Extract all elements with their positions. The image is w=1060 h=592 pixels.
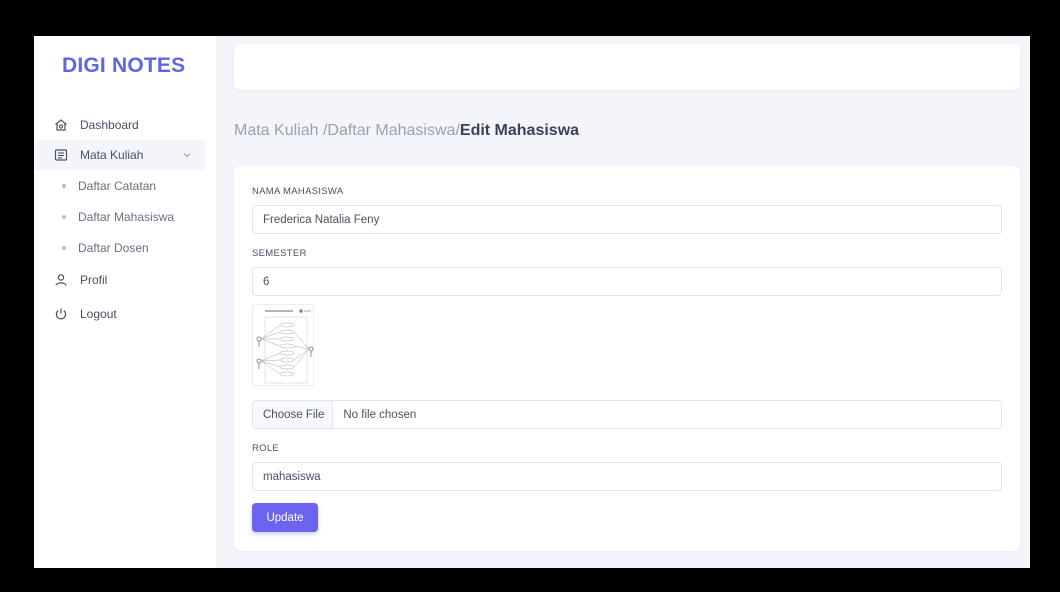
uploaded-image-preview bbox=[252, 304, 314, 386]
breadcrumb: Mata Kuliah /Daftar Mahasiswa/Edit Mahas… bbox=[234, 122, 1020, 140]
sidebar-subitem-label: Daftar Dosen bbox=[78, 240, 149, 255]
main-content: Mata Kuliah /Daftar Mahasiswa/Edit Mahas… bbox=[216, 36, 1030, 568]
sidebar-subitem-label: Daftar Catatan bbox=[78, 178, 157, 193]
sidebar-subitem-label: Daftar Mahasiswa bbox=[78, 209, 175, 224]
semester-label: SEMESTER bbox=[252, 248, 307, 259]
sidebar-item-label: Profil bbox=[80, 273, 108, 287]
choose-file-button[interactable]: Choose File bbox=[253, 401, 334, 428]
sidebar-item-label: Logout bbox=[80, 307, 117, 321]
role-input[interactable]: mahasiswa bbox=[252, 462, 1002, 491]
user-icon bbox=[54, 273, 68, 287]
nama-label: NAMA MAHASISWA bbox=[252, 186, 344, 197]
role-label: ROLE bbox=[252, 443, 280, 454]
nama-input[interactable]: Frederica Natalia Feny bbox=[252, 205, 1002, 234]
bullet-icon bbox=[62, 245, 66, 250]
sidebar: DIGI NOTES Dashboard Mata Kuliah Daftar … bbox=[34, 36, 216, 568]
sidebar-item-logout[interactable]: Logout bbox=[34, 297, 216, 331]
app-window: DIGI NOTES Dashboard Mata Kuliah Daftar … bbox=[34, 36, 1030, 568]
sidebar-item-label: Dashboard bbox=[80, 118, 139, 132]
breadcrumb-mata-kuliah[interactable]: Mata Kuliah / bbox=[234, 122, 327, 139]
update-button[interactable]: Update bbox=[252, 503, 318, 532]
sidebar-subitem-daftar-catatan[interactable]: Daftar Catatan bbox=[34, 170, 216, 201]
sidebar-item-profil[interactable]: Profil bbox=[34, 263, 216, 297]
breadcrumb-current: Edit Mahasiswa bbox=[459, 122, 580, 139]
bullet-icon bbox=[62, 183, 66, 188]
file-upload-input[interactable]: Choose File No file chosen bbox=[252, 400, 1002, 429]
sidebar-subitem-daftar-dosen[interactable]: Daftar Dosen bbox=[34, 232, 216, 263]
sidebar-nav: Dashboard Mata Kuliah Daftar Catatan Daf… bbox=[34, 110, 216, 331]
sidebar-item-dashboard[interactable]: Dashboard bbox=[34, 110, 216, 140]
file-status-text: No file chosen bbox=[343, 408, 417, 421]
notebook-icon bbox=[54, 148, 68, 162]
edit-mahasiswa-form: NAMA MAHASISWA Frederica Natalia Feny SE… bbox=[234, 166, 1020, 551]
breadcrumb-daftar-mahasiswa[interactable]: Daftar Mahasiswa/ bbox=[327, 122, 460, 139]
power-icon bbox=[54, 307, 68, 321]
home-icon bbox=[54, 118, 68, 132]
sidebar-item-mata-kuliah[interactable]: Mata Kuliah bbox=[34, 140, 206, 170]
sidebar-item-label: Mata Kuliah bbox=[80, 148, 144, 162]
semester-input[interactable]: 6 bbox=[252, 267, 1002, 296]
chevron-down-icon[interactable] bbox=[182, 150, 192, 160]
top-navbar bbox=[234, 44, 1020, 90]
bullet-icon bbox=[62, 214, 66, 219]
brand-logo[interactable]: DIGI NOTES bbox=[34, 54, 216, 92]
sidebar-subitem-daftar-mahasiswa[interactable]: Daftar Mahasiswa bbox=[34, 201, 216, 232]
